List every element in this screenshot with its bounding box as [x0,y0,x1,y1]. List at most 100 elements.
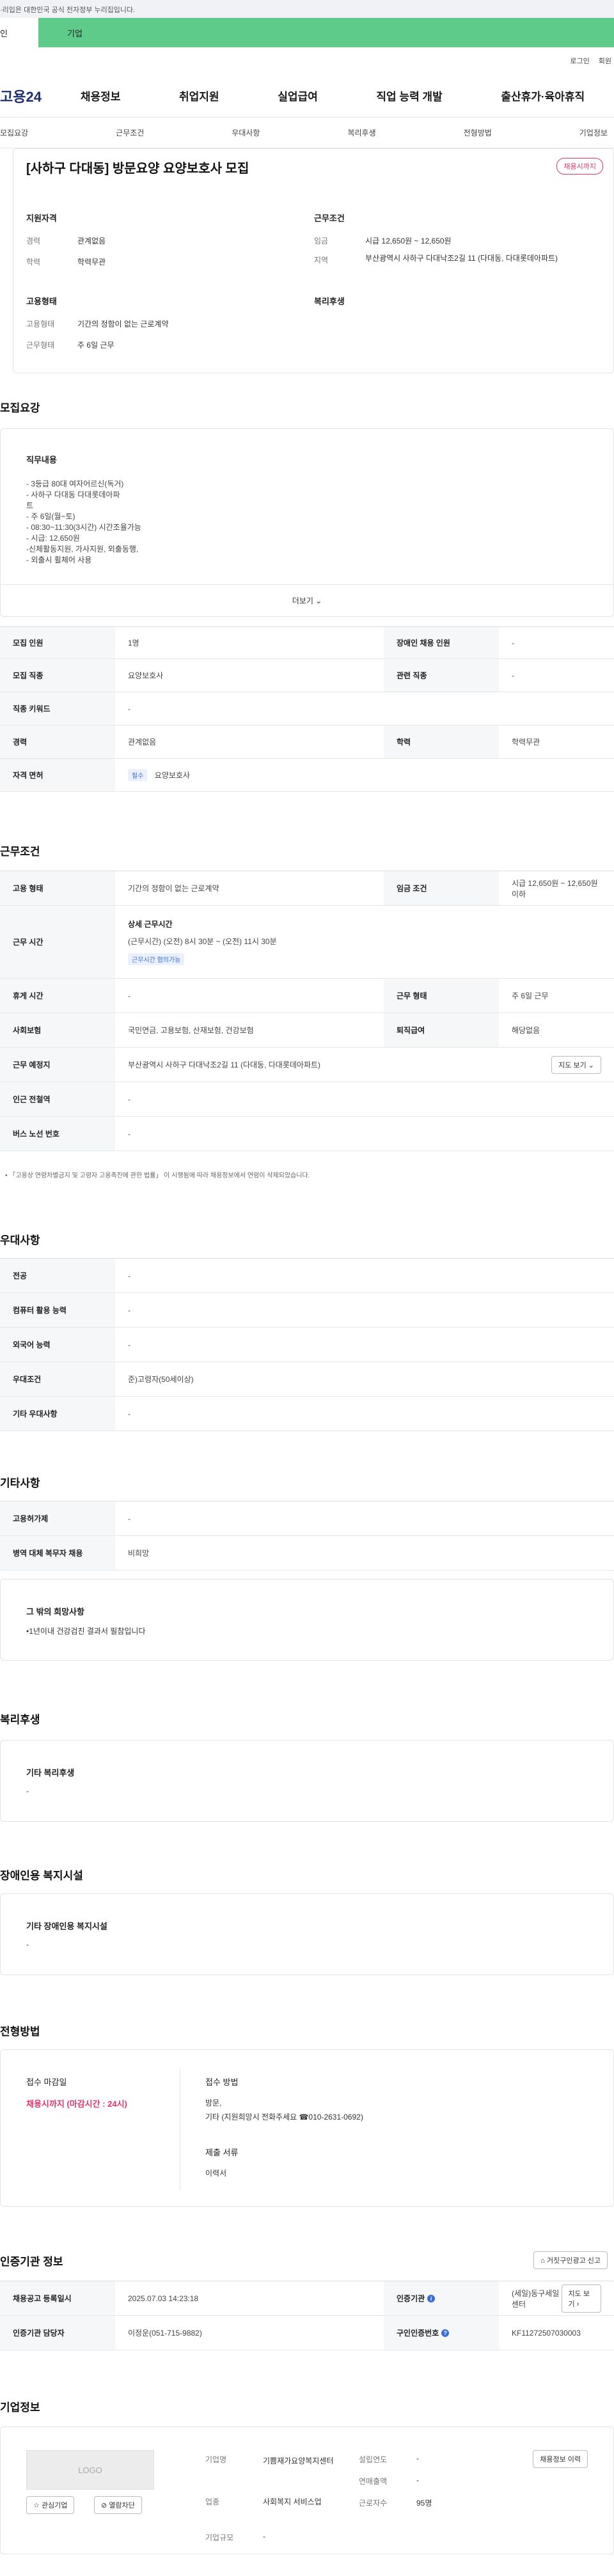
agency-label: 인증기관 [397,2294,425,2303]
computer-label: 컴퓨터 활용 능력 [0,1293,115,1327]
certno-label: 구인인증번호 [397,2329,439,2338]
method-text: 방문, 기타 (지원희망시 전화주세요 ☎010-2631-0692) [205,2096,363,2124]
company-card: LOGO ☆ 관심기업 ⊘ 열람차단 기업명 기쁨재가요양복지센터 업종 사회복… [0,2426,614,2554]
prefer-cond-value: 준)고령자(50세이상) [128,1375,194,1384]
more-label: 더보기 [292,596,313,605]
gnb-item-skill-development[interactable]: 직업 능력 개발 [376,88,442,104]
join-link[interactable]: 회원 [599,56,611,66]
bus-value: - [128,1129,130,1138]
etc-other-card: 그 밖의 희망사항 •1년이내 건강검진 결과서 필참입니다 [0,1579,614,1661]
major-value: - [128,1271,130,1280]
manager-value: 이정운(051-715-9882) [128,2329,202,2338]
emptype-row-value: 기간의 정함이 없는 근로계약 [128,884,219,893]
duty-line: - 08:30~11:30(3시간) 시간조율가능 [26,523,141,532]
more-button[interactable]: 더보기 ⌄ [1,584,613,616]
career-row-value: 관계없음 [128,738,157,747]
site-logo[interactable]: 고용24 [0,86,51,106]
license-label: 자격 면허 [0,759,115,791]
gnb-item-employment-support[interactable]: 취업지원 [179,88,219,104]
age-note: • 「고용상 연령차별금지 및 고령자 고용촉진에 관한 법률」 이 시행됨에 … [5,1170,310,1179]
etc-table: 고용허가제 - 병역 대체 복무자 채용 비희망 [0,1501,614,1571]
docs-title: 제출 서류 [205,2148,239,2157]
prefer-heading: 우대사항 [0,1234,40,1246]
job-title: [사하구 다대동] 방문요양 요양보호사 모집 [26,162,249,176]
util-links: 로그인 회원 [0,47,614,74]
disabled-card: 기타 장애인용 복지시설 - [0,1893,614,1975]
map-button[interactable]: 지도 보기 ⌄ [551,1055,601,1074]
workdays-value: 주 6일 근무 [77,341,114,350]
duty-line: - 시급: 12,650원 [26,534,80,543]
hours-cell: 상세 근무시간 (근무시간) (오전) 8시 30분 ~ (오전) 11시 30… [115,919,614,965]
gnb-item-unemployment-benefit[interactable]: 실업급여 [278,88,318,104]
table-row: 근무 시간 상세 근무시간 (근무시간) (오전) 8시 30분 ~ (오전) … [0,906,614,979]
logo-text: LOGO [78,2465,102,2475]
section-nav-welfare[interactable]: 복리후생 [347,127,375,138]
hours-badge: 근무시간 협의가능 [128,953,185,965]
gnb-item-parental-leave[interactable]: 출산휴가·육아휴직 [501,88,585,104]
deadline-value: 채용시까지 (마감시간 : 24시) [26,2099,127,2109]
agency-label-cell: 인증기관 i [384,2281,499,2315]
related-label: 관련 직종 [384,659,499,692]
info-icon[interactable]: i [427,2294,436,2302]
industry-value: 사회복지 서비스업 [263,2497,322,2506]
docs-value: 이력서 [205,2169,227,2178]
military-label: 병역 대체 복무자 채용 [0,1536,115,1570]
block-button[interactable]: ⊘ 열람차단 [94,2496,142,2514]
table-row: 버스 노선 번호 - [0,1117,614,1151]
workers-label: 근로자수 [359,2499,388,2508]
subway-label: 인근 전철역 [0,1082,115,1116]
manager-label: 인증기관 담당자 [0,2316,115,2350]
edu-row-label: 학력 [384,725,499,758]
method-line: 방문, [205,2099,222,2107]
section-nav-prefer[interactable]: 우대사항 [232,127,260,138]
bullet-icon: • [5,1172,8,1179]
wage-row-label: 임금 조건 [384,871,499,905]
agency-table: 채용공고 등록일시 2025.07.03 14:23:18 인증기관 i (세일)… [0,2281,614,2350]
disabled-card-value: - [26,1940,29,1949]
tab-person[interactable]: 인 [0,18,38,47]
severance-value: 해당없음 [512,1026,540,1035]
global-nav: 고용24 채용정보 취업지원 실업급여 직업 능력 개발 출산휴가·육아휴직 [0,74,614,118]
section-nav-recruit[interactable]: 모집요강 [0,127,28,138]
table-row: 직종 키워드 - [0,692,614,725]
duty-card: 직무내용 - 3등급 80대 여자어르신(독거) - 사하구 다대동 다대롯데아… [0,428,614,617]
duty-line: - 주 6일(월~토) [26,512,75,521]
sales-value: - [416,2476,419,2485]
agency-map-button[interactable]: 지도 보기 › [561,2284,601,2313]
welfare-card-title: 기타 복리후생 [26,1768,75,1778]
gov-notice-text: ·리입은 대한민국 공식 전자정부 누리집입니다. [0,6,136,14]
keyword-value: - [128,704,130,713]
insurance-label: 사회보험 [0,1013,115,1047]
table-row: 기타 우대사항 - [0,1397,614,1431]
emptype-label: 고용형태 [26,320,55,329]
table-row: 근무 예정지 부산광역시 사하구 다대낙조2길 11 (다대동, 다대롯데아파트… [0,1048,614,1082]
duty-title: 직무내용 [26,455,57,465]
tab-corp[interactable]: 기업 [38,18,614,47]
help-icon[interactable]: ? [441,2329,450,2337]
table-row: 인근 전철역 - [0,1082,614,1117]
wage-row-value: 시급 12,650원 ~ 12,650원 이하 [512,878,598,899]
section-nav-condition[interactable]: 근무조건 [116,127,144,138]
condition-heading: 근무조건 [0,846,40,858]
related-value: - [512,671,514,680]
scale-label: 기업규모 [205,2533,234,2542]
welfare-heading: 복리후생 [0,1714,40,1726]
shape-value: 주 6일 근무 [512,991,549,1000]
break-value: - [128,991,130,1000]
support-label: 고용허가제 [0,1501,115,1535]
login-link[interactable]: 로그인 [570,56,589,66]
disabled-label: 장애인 채용 인원 [384,627,499,658]
section-nav-process[interactable]: 전형방법 [464,127,492,138]
section-nav-company[interactable]: 기업정보 [579,127,608,138]
report-button[interactable]: ⌂ 거짓구인광고 신고 [533,2251,608,2269]
duty-line: 트 [26,501,34,510]
gnb-item-jobs[interactable]: 채용정보 [81,88,121,104]
career-value: 관계없음 [77,237,106,245]
agency-cell: (세일)동구세일센터 지도 보기 › [499,2284,614,2313]
star-icon: ☆ [33,2502,40,2510]
chevron-right-icon: › [576,2300,579,2308]
job-history-button[interactable]: 채용정보 이력 [533,2450,588,2468]
certno-value: KF11272507030003 [512,2328,581,2338]
table-row: 전공 - [0,1259,614,1293]
interest-button[interactable]: ☆ 관심기업 [26,2496,75,2514]
